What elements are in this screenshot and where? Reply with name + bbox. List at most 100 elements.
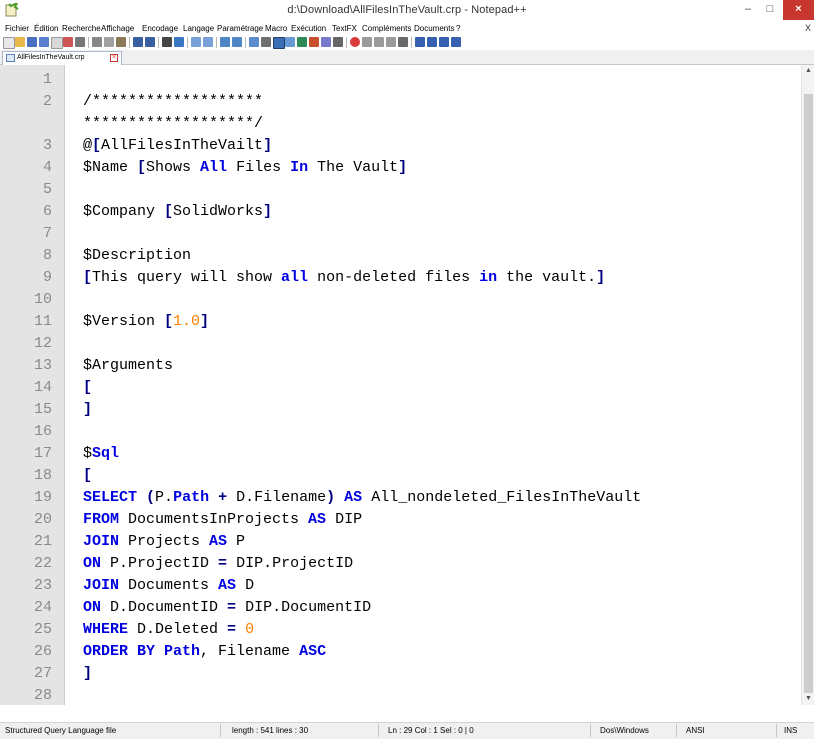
menu-edition[interactable]: Édition [34,24,58,33]
menu-complements[interactable]: Compléments [362,24,411,33]
textfx-tool-icon[interactable] [451,37,461,47]
menu-fichier[interactable]: Fichier [5,24,29,33]
scroll-down-arrow-icon[interactable]: ▼ [802,693,814,705]
menu-textfx[interactable]: TextFX [332,24,357,33]
indent-guide-icon[interactable] [273,37,285,49]
doc-map-icon[interactable] [297,37,307,47]
replace-icon[interactable] [174,37,184,47]
toolbar-separator [245,37,246,48]
function-list-icon[interactable] [309,37,319,47]
zoom-out-icon[interactable] [203,37,213,47]
line-number: 1 [42,71,52,88]
code-token: ON [83,555,102,572]
open-file-icon[interactable] [15,37,25,47]
line-number: 18 [33,467,52,484]
menu-parametrage[interactable]: Paramétrage [217,24,263,33]
vertical-scrollbar[interactable]: ▲ ▼ [801,65,814,705]
code-token: SolidWorks [173,203,264,220]
editor[interactable]: 1 2 3 4 5 6 7 8 9 10 11 12 13 14 15 16 17 18 19 20 21 22 23 24 2… [0,65,814,705]
tab-label: AllFilesInTheVault.crp [17,54,85,61]
code-token: Sql [92,445,120,462]
arrow-down-icon[interactable] [439,37,449,47]
stop-macro-icon[interactable] [362,37,372,47]
show-all-characters-icon[interactable] [261,37,271,47]
code-line: [This query will show all non-deleted fi… [83,267,605,289]
tab-allfilesinthevault[interactable]: AllFilesInTheVault.crp × [2,51,122,65]
menu-documents[interactable]: Documents [414,24,454,33]
save-macro-icon[interactable] [398,37,408,47]
line-number: 10 [33,291,52,308]
redo-icon[interactable] [145,37,155,47]
code-token: AS [209,533,228,550]
menu-macro[interactable]: Macro [265,24,287,33]
menu-encodage[interactable]: Encodage [142,24,178,33]
arrow-up-icon[interactable] [427,37,437,47]
cut-icon[interactable] [92,37,102,47]
close-button[interactable]: × [783,0,814,20]
code-token: ORDER BY [83,643,156,660]
close-document-icon[interactable]: X [805,23,811,33]
close-icon[interactable] [51,37,63,49]
code-token: Files [227,159,291,176]
zoom-in-icon[interactable] [191,37,201,47]
code-token: ASC [299,643,327,660]
record-macro-icon[interactable] [350,37,360,47]
code-token: $Arguments [83,357,174,374]
folder-workspace-icon[interactable] [321,37,331,47]
code-token: Shows [146,159,201,176]
paste-icon[interactable] [116,37,126,47]
line-number [0,113,52,135]
tab-close-icon[interactable]: × [110,54,118,62]
sync-horizontal-icon[interactable] [232,37,242,47]
close-all-icon[interactable] [63,37,73,47]
minimize-button[interactable]: – [737,0,759,20]
status-separator [776,724,777,737]
line-number: 28 [33,687,52,704]
undo-icon[interactable] [133,37,143,47]
find-icon[interactable] [162,37,172,47]
run-macro-multiple-icon[interactable] [386,37,396,47]
monitoring-icon[interactable] [333,37,343,47]
code-token: D [236,577,255,594]
code-line: *******************/ [83,113,263,135]
menu-recherche[interactable]: Recherche [62,24,101,33]
sync-vertical-icon[interactable] [220,37,230,47]
code-line: SELECT (P.Path + D.Filename) AS All_nond… [83,487,641,509]
save-all-icon[interactable] [39,37,49,47]
code-token: ( [146,489,156,506]
menu-help[interactable]: ? [456,24,460,33]
scrollbar-thumb[interactable] [804,94,813,693]
toolbar-separator [346,37,347,48]
line-number: 19 [33,489,52,506]
play-macro-icon[interactable] [374,37,384,47]
new-file-icon[interactable] [3,37,15,49]
code-line: FROM DocumentsInProjects AS DIP [83,509,362,531]
menu-execution[interactable]: Exécution [291,24,326,33]
code-token: AS [218,577,237,594]
line-number: 22 [33,555,52,572]
code-line: ] [83,663,92,685]
maximize-button[interactable]: □ [759,0,781,20]
status-separator [220,724,221,737]
code-token: Path [164,643,201,660]
code-token: DIP.DocumentID [236,599,372,616]
menu-affichage[interactable]: Affichage [101,24,134,33]
copy-icon[interactable] [104,37,114,47]
code-token: P [227,533,246,550]
line-number-gutter: 1 2 3 4 5 6 7 8 9 10 11 12 13 14 15 16 17 18 19 20 21 22 23 24 2… [0,65,65,705]
scroll-up-arrow-icon[interactable]: ▲ [802,65,814,77]
code-line: $Description [83,245,191,267]
code-token: Projects [119,533,210,550]
line-number: 25 [33,621,52,638]
menu-langage[interactable]: Langage [183,24,214,33]
line-number: 6 [42,203,52,220]
code-token: P. [155,489,174,506]
save-icon[interactable] [27,37,37,47]
code-token: $Company [83,203,165,220]
code-token: ] [596,269,606,286]
user-language-icon[interactable] [285,37,295,47]
line-number: 27 [33,665,52,682]
word-wrap-icon[interactable] [249,37,259,47]
print-icon[interactable] [75,37,85,47]
textfx-icon[interactable] [415,37,425,47]
